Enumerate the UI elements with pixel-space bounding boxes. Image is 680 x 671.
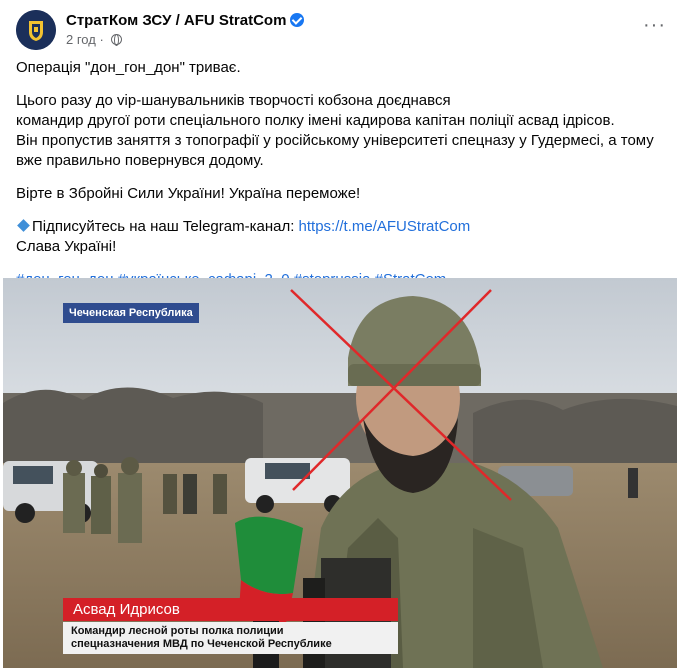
post-line: командир другої роти спеціального полку … [16,112,615,129]
post-timestamp[interactable]: 2 год [66,32,96,47]
page-avatar[interactable] [16,10,56,50]
telegram-prompt: Підписуйтесь на наш Telegram-канал: [32,218,299,235]
caption-name: Асвад Идрисов [63,598,398,621]
post-meta: 2 год · [66,32,123,47]
verified-badge-icon [290,13,305,27]
telegram-link[interactable]: https://t.me/AFUStratCom [299,218,471,235]
stratcom-logo-icon [16,10,56,50]
post-body: Операція "дон_гон_дон" триває. Цього раз… [16,58,666,290]
more-options-button[interactable]: ··· [643,14,666,37]
page-name-label[interactable]: СтратКом ЗСУ / AFU StratCom [66,12,286,29]
post-line: Вірте в Збройні Сили України! Україна пе… [16,185,361,202]
blue-diamond-icon [17,219,30,232]
post-line: вже правильно повернувся додому. [16,152,264,169]
telegram-line: Підписуйтесь на наш Telegram-канал: http… [16,217,666,237]
post-photo[interactable]: Чеченская Республика Асвад Идрисов Коман… [3,278,677,668]
post-line: Він пропустив заняття з топографії у рос… [16,132,654,149]
post-line: Цього разу до vip-шанувальників творчост… [16,92,451,109]
caption-title-line: спецназначения МВД по Чеченской Республи… [71,638,332,650]
post-header: СтратКом ЗСУ / AFU StratCom 2 год · ··· [16,10,666,50]
region-badge: Чеченская Республика [63,303,199,323]
post-line: Операція "дон_гон_дон" триває. [16,59,241,76]
caption-title-line: Командир лесной роты полка полиции [71,625,284,637]
page-name[interactable]: СтратКом ЗСУ / AFU StratCom [66,12,305,29]
post-line: Слава Україні! [16,238,117,255]
globe-icon [111,34,123,46]
caption-title: Командир лесной роты полка полиции спецн… [63,622,398,654]
